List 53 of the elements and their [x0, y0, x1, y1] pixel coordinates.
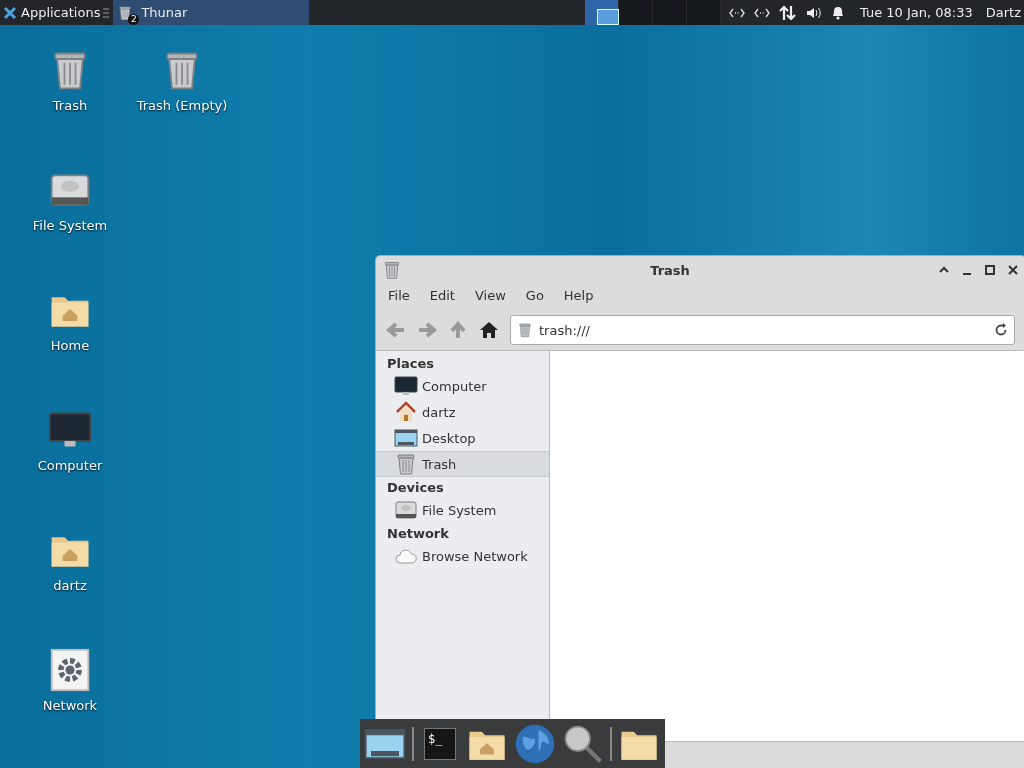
user-name[interactable]: Dartz	[985, 5, 1021, 20]
desktop-icon-label[interactable]: Network	[42, 698, 98, 713]
close-button[interactable]	[1007, 264, 1019, 276]
sidebar-item[interactable]: dartz	[376, 399, 549, 425]
sidebar-item[interactable]: File System	[376, 497, 549, 523]
bell-icon[interactable]	[830, 5, 845, 20]
trash-can-icon	[394, 452, 418, 476]
location-field[interactable]: trash:///	[510, 315, 1015, 345]
sidebar-item[interactable]: Trash	[376, 451, 549, 477]
applications-menu[interactable]: Applications	[0, 0, 104, 25]
window-thumbnail	[596, 9, 619, 25]
menu-item[interactable]: File	[388, 288, 410, 306]
desktop-icon-label[interactable]: Home	[50, 338, 90, 353]
section-heading: Devices	[386, 479, 445, 497]
menu-item[interactable]: View	[474, 288, 506, 306]
desktop-icon-label[interactable]: File System	[32, 218, 108, 233]
house-icon	[394, 400, 418, 424]
gear-icon	[48, 648, 92, 692]
reload-icon[interactable]	[994, 323, 1008, 337]
taskbar-button[interactable]: 2 Thunar	[113, 0, 310, 25]
panel-grip-icon	[103, 7, 110, 18]
workspace-button[interactable]	[584, 0, 619, 25]
clock[interactable]: Tue 10 Jan, 08:33	[859, 5, 973, 20]
desktop-icon-label[interactable]: Computer	[37, 458, 103, 473]
desktop-icon-label[interactable]: dartz	[53, 578, 87, 593]
desktop-icon	[394, 426, 418, 450]
monitor-icon	[394, 374, 418, 398]
volume-icon[interactable]	[805, 5, 822, 20]
maximize-button[interactable]	[984, 264, 996, 276]
sidebar-item[interactable]: Desktop	[376, 425, 549, 451]
window-count-badge: 2	[128, 13, 140, 25]
section-heading: Network	[386, 525, 450, 543]
xfce-logo-icon	[3, 5, 17, 20]
window-title: Trash	[649, 262, 691, 278]
globe-launcher	[514, 722, 556, 765]
menu-item[interactable]: Help	[563, 288, 594, 306]
sidebar-item[interactable]: Browse Network	[376, 543, 549, 569]
desktop-icon-label[interactable]: Trash (Empty)	[136, 98, 228, 113]
location-text: trash:///	[539, 322, 591, 338]
sidebar-item[interactable]: Computer	[376, 373, 549, 399]
trash-can-icon	[517, 322, 533, 338]
trash-can-icon	[117, 4, 134, 21]
hard-drive-icon	[394, 498, 418, 522]
menu-item[interactable]: Go	[525, 288, 544, 306]
desktop-icon-label[interactable]: Trash	[52, 98, 88, 113]
network-icon[interactable]	[753, 7, 770, 18]
menu-item[interactable]: Edit	[429, 288, 455, 306]
network-icon[interactable]	[728, 7, 745, 18]
terminal-launcher[interactable]: $_	[424, 727, 456, 760]
up-down-arrows-icon[interactable]	[778, 4, 797, 21]
section-heading: Places	[386, 355, 436, 373]
home-icon[interactable]	[479, 321, 499, 339]
trash-can-icon	[382, 260, 402, 280]
